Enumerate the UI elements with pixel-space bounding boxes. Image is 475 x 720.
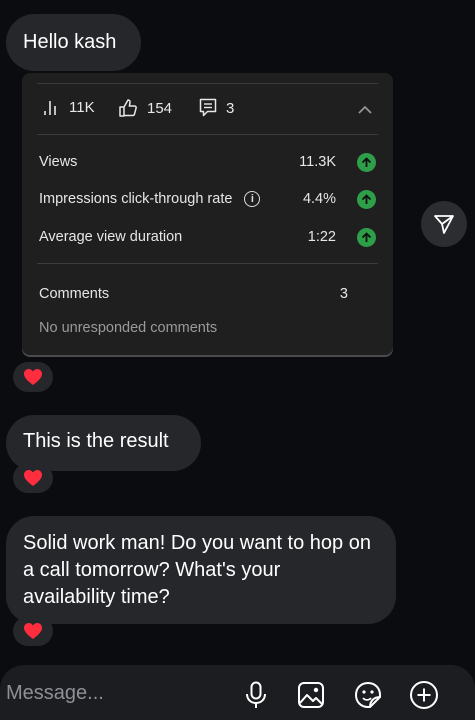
message-input[interactable] <box>6 680 226 706</box>
share-button[interactable] <box>421 201 467 247</box>
divider <box>37 83 378 84</box>
divider <box>37 263 378 264</box>
send-icon <box>434 215 454 234</box>
message-bubble[interactable]: Hello kash <box>6 14 141 71</box>
microphone-button[interactable] <box>240 679 272 711</box>
arrow-up-icon <box>357 153 376 172</box>
gallery-button[interactable] <box>295 679 327 711</box>
reaction-badge[interactable] <box>13 616 53 646</box>
reaction-badge[interactable] <box>13 362 53 392</box>
plus-circle-icon <box>410 681 438 709</box>
bar-chart-icon <box>44 101 56 115</box>
metric-label: Impressions click-through rate <box>39 191 233 207</box>
arrow-up-icon <box>357 190 376 209</box>
heart-icon <box>24 623 42 639</box>
chevron-up-icon <box>358 105 372 114</box>
thumbs-up-icon <box>119 99 137 117</box>
message-text: This is the result <box>23 430 169 452</box>
likes-count: 154 <box>147 99 173 117</box>
sticker-button[interactable] <box>352 679 384 711</box>
info-icon[interactable]: i <box>244 191 261 207</box>
collapse-button[interactable] <box>357 103 373 115</box>
metric-value: 11.3K <box>299 154 336 170</box>
metric-label-wrap: Impressions click-through rate i <box>39 191 261 207</box>
message-text: Solid work man! Do you want to hop on a … <box>23 532 371 608</box>
comments-count: 3 <box>226 99 235 117</box>
no-unresponded-text: No unresponded comments <box>39 320 218 336</box>
divider <box>37 134 378 135</box>
metric-value: 1:22 <box>307 229 336 245</box>
microphone-icon <box>246 681 266 708</box>
heart-icon <box>24 470 42 486</box>
likes-stat: 154 <box>118 98 172 118</box>
image-icon <box>298 682 324 708</box>
message-text: Hello kash <box>23 31 117 53</box>
views-count: 11K <box>69 98 95 116</box>
arrow-up-icon <box>357 228 376 247</box>
metric-value: 4.4% <box>302 191 336 207</box>
views-stat: 11K <box>42 98 95 116</box>
reaction-badge[interactable] <box>13 463 53 493</box>
message-bubble[interactable]: Solid work man! Do you want to hop on a … <box>6 516 396 624</box>
message-composer <box>0 665 475 720</box>
metric-label: Average view duration <box>39 229 183 245</box>
comments-stat: 3 <box>199 98 234 118</box>
sticker-icon <box>355 682 381 708</box>
comment-icon <box>199 98 217 117</box>
add-button[interactable] <box>408 679 440 711</box>
metric-label: Views <box>39 154 78 170</box>
heart-icon <box>24 369 42 385</box>
comments-label: Comments <box>39 286 110 302</box>
analytics-card[interactable]: 11K 154 3 Views 11.3K Impressions click-… <box>22 73 393 355</box>
comments-total: 3 <box>339 286 348 302</box>
